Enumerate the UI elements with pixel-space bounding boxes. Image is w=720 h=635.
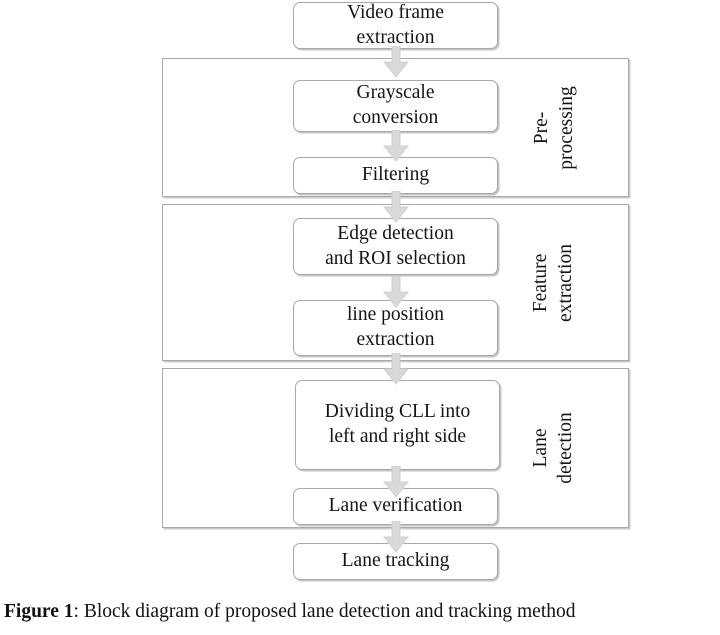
node-dividing-cll[interactable]: Dividing CLL into left and right side: [295, 380, 500, 470]
node-video-frame-extraction[interactable]: Video frame extraction: [293, 2, 498, 49]
group-label-pre-processing: Pre- processing: [530, 86, 577, 170]
node-label: Dividing CLL into left and right side: [324, 401, 471, 447]
arrow-line-position-to-dividing-cll: [383, 353, 409, 385]
figure-caption-label: Figure 1: [4, 601, 74, 622]
arrow-filtering-to-edge-detection: [383, 191, 409, 223]
arrow-video-to-grayscale: [383, 46, 409, 78]
node-label: Grayscale conversion: [352, 82, 439, 128]
figure-caption-separator: :: [73, 601, 84, 622]
node-label: line position extraction: [347, 304, 444, 350]
arrow-grayscale-to-filtering: [383, 130, 409, 162]
node-label: Edge detection and ROI selection: [325, 222, 466, 269]
node-line-position-extraction[interactable]: line position extraction: [293, 300, 498, 356]
arrow-lane-verification-to-lane-tracking: [383, 521, 409, 553]
arrow-edge-detection-to-line-position: [383, 276, 409, 308]
node-filtering[interactable]: Filtering: [293, 157, 498, 194]
group-label-lane-detection: Lane detection: [529, 412, 576, 484]
node-grayscale-conversion[interactable]: Grayscale conversion: [293, 80, 498, 132]
node-label: Video frame extraction: [347, 1, 444, 48]
figure-caption: Figure 1: Block diagram of proposed lane…: [4, 600, 718, 624]
arrow-dividing-cll-to-lane-verification: [383, 466, 409, 498]
figure-caption-text: Block diagram of proposed lane detection…: [83, 601, 576, 622]
node-label: Filtering: [361, 164, 430, 186]
group-label-feature-extraction: Feature extraction: [529, 244, 576, 322]
flowchart-diagram: Video frame extraction Grayscale convers…: [0, 0, 720, 592]
node-edge-detection-roi-selection[interactable]: Edge detection and ROI selection: [293, 218, 498, 275]
